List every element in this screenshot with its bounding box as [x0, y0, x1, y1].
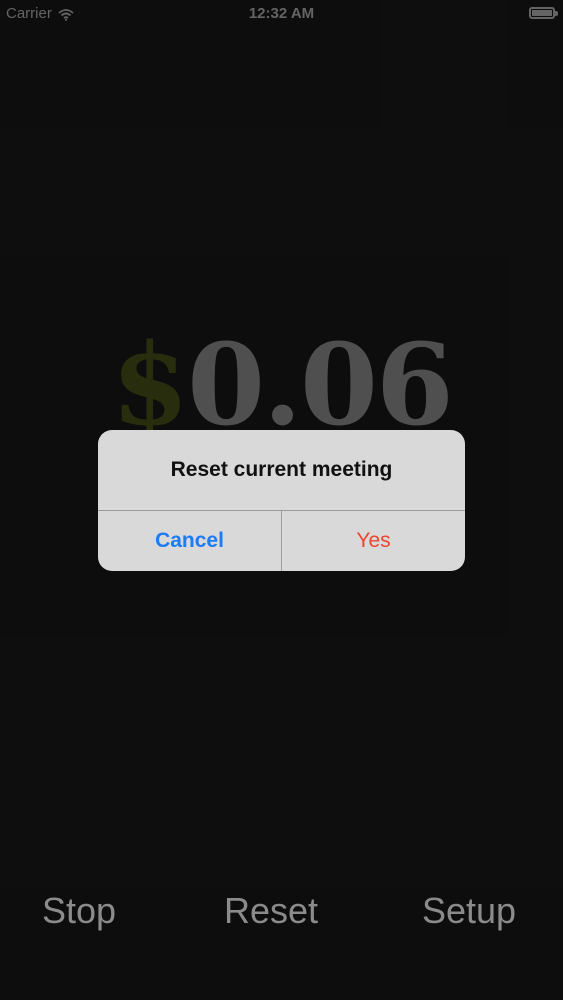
cancel-button[interactable]: Cancel	[98, 511, 281, 571]
alert-actions: Cancel Yes	[98, 511, 465, 571]
app-screen: Carrier 12:32 AM $0.06 Reset current mee…	[0, 0, 563, 1000]
setup-button[interactable]: Setup	[422, 890, 516, 932]
reset-button[interactable]: Reset	[224, 890, 318, 932]
stop-button[interactable]: Stop	[42, 890, 116, 932]
yes-button[interactable]: Yes	[281, 511, 465, 571]
bottom-toolbar: Stop Reset Setup	[0, 890, 563, 950]
reset-alert: Reset current meeting Cancel Yes	[98, 430, 465, 571]
alert-title: Reset current meeting	[98, 430, 465, 511]
